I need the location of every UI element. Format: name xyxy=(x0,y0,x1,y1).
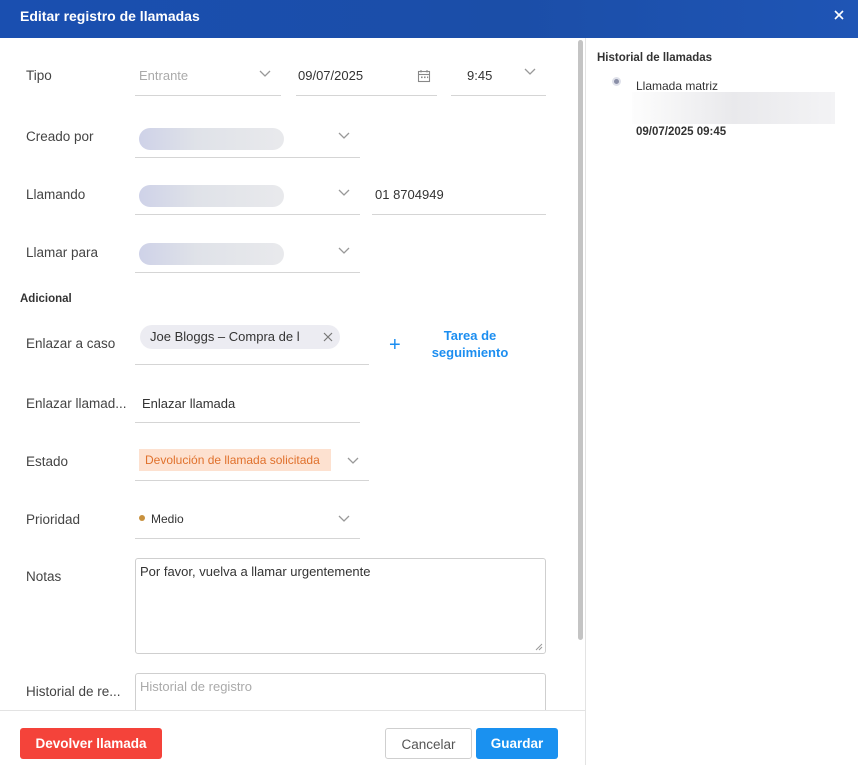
phone-value: 01 8704949 xyxy=(375,187,444,202)
enlazar-caso-field[interactable]: Joe Bloggs – Compra de l xyxy=(135,325,369,365)
prioridad-select[interactable]: Medio xyxy=(135,507,360,539)
follow-up-task-link[interactable]: Tarea de seguimiento xyxy=(420,327,520,361)
historial-placeholder: Historial de registro xyxy=(140,679,252,694)
phone-field[interactable]: 01 8704949 xyxy=(372,177,546,215)
history-entry-title[interactable]: Llamada matriz xyxy=(636,79,718,93)
chevron-down-icon xyxy=(524,68,536,75)
enlazar-llamada-label: Enlazar llamad... xyxy=(26,396,127,411)
chevron-down-icon xyxy=(338,132,350,139)
enlazar-caso-label: Enlazar a caso xyxy=(26,336,116,351)
chevron-down-icon xyxy=(347,457,359,464)
return-call-button[interactable]: Devolver llamada xyxy=(20,728,162,759)
enlazar-llamada-field[interactable]: Enlazar llamada xyxy=(135,385,360,423)
llamar-para-label: Llamar para xyxy=(26,245,99,260)
resize-handle-icon[interactable] xyxy=(535,643,543,651)
prioridad-value: Medio xyxy=(151,512,184,526)
llamando-label: Llamando xyxy=(26,187,86,202)
redacted-value xyxy=(139,185,284,207)
tipo-label: Tipo xyxy=(26,68,52,83)
llamando-select[interactable] xyxy=(135,177,360,215)
enlazar-llamada-value: Enlazar llamada xyxy=(142,396,236,411)
llamar-para-select[interactable] xyxy=(135,235,360,273)
estado-label: Estado xyxy=(26,454,69,469)
follow-up-line2: seguimiento xyxy=(431,345,509,360)
date-value: 09/07/2025 xyxy=(298,68,364,83)
chevron-down-icon xyxy=(259,70,271,77)
time-value: 9:45 xyxy=(467,68,493,83)
follow-up-line1: Tarea de xyxy=(443,328,497,343)
dialog-header: Editar registro de llamadas xyxy=(0,0,858,38)
priority-dot xyxy=(139,515,145,521)
creado-por-label: Creado por xyxy=(26,129,94,144)
prioridad-label: Prioridad xyxy=(26,512,81,527)
close-icon[interactable] xyxy=(832,8,848,24)
tipo-select[interactable]: Entrante xyxy=(135,58,281,96)
notes-value: Por favor, vuelva a llamar urgentemente xyxy=(140,564,371,579)
section-adicional: Adicional xyxy=(20,293,72,305)
historial-label: Historial de re... xyxy=(26,684,121,699)
estado-select[interactable]: Devolución de llamada solicitada xyxy=(135,449,369,481)
cancel-button[interactable]: Cancelar xyxy=(385,728,472,759)
tipo-value: Entrante xyxy=(139,68,189,83)
calendar-icon[interactable] xyxy=(417,69,431,83)
case-chip-label: Joe Bloggs – Compra de l xyxy=(150,329,300,344)
panel-divider xyxy=(585,38,586,765)
creado-por-select[interactable] xyxy=(135,120,360,158)
case-chip: Joe Bloggs – Compra de l xyxy=(140,325,340,349)
chevron-down-icon xyxy=(338,247,350,254)
dialog-footer: Devolver llamada Cancelar Guardar xyxy=(0,710,585,766)
redacted-value xyxy=(139,243,284,265)
chevron-down-icon xyxy=(338,189,350,196)
remove-chip-icon[interactable] xyxy=(322,331,334,343)
redacted-value xyxy=(139,128,284,150)
redacted-history-detail xyxy=(632,92,835,124)
notes-textarea[interactable]: Por favor, vuelva a llamar urgentemente xyxy=(135,558,546,654)
notas-label: Notas xyxy=(26,569,62,584)
history-entry-datetime: 09/07/2025 09:45 xyxy=(636,126,727,138)
call-history-title: Historial de llamadas xyxy=(597,52,713,64)
timeline-dot-icon xyxy=(612,77,621,86)
dialog-title: Editar registro de llamadas xyxy=(20,8,200,24)
chevron-down-icon xyxy=(338,515,350,522)
scrollbar[interactable] xyxy=(578,40,583,640)
date-field[interactable]: 09/07/2025 xyxy=(296,58,437,96)
save-button[interactable]: Guardar xyxy=(476,728,558,759)
add-icon[interactable]: + xyxy=(389,334,401,357)
status-badge: Devolución de llamada solicitada xyxy=(139,449,331,471)
time-field[interactable]: 9:45 xyxy=(451,58,546,96)
